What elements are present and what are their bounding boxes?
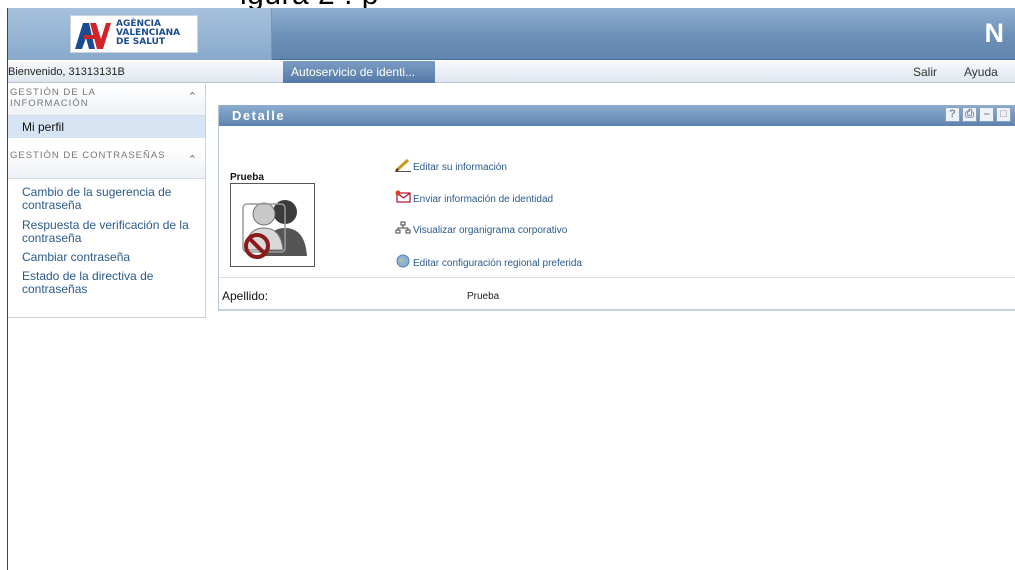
section-title: GESTIÓN DE CONTRASEÑAS [10, 150, 166, 161]
sidebar-item-hint-change[interactable]: Cambio de la sugerencia de contraseña [8, 186, 188, 212]
field-value-surname: Prueba [467, 291, 500, 302]
org-chart-icon [395, 221, 411, 234]
welcome-text: Bienvenido, 31313131B [8, 66, 125, 78]
tab-identity-self-service[interactable]: Autoservicio de identi... [283, 61, 435, 83]
org-chart-link[interactable]: Visualizar organigrama corporativo [395, 221, 567, 236]
collapse-chevron-icon[interactable]: ⌃ [188, 90, 197, 103]
sidebar: GESTIÓN DE LA INFORMACIÓN ⌃ Mi perfil GE… [8, 84, 206, 318]
agency-logo: AGÈNCIA VALENCIANA DE SALUT [70, 15, 198, 53]
detail-panel: Detalle ? ⎙ – □ Prueba Editar su informa… [218, 105, 1015, 311]
regional-settings-link[interactable]: Editar configuración regional preferida [395, 254, 582, 269]
divider [219, 277, 1015, 278]
logo-text: AGÈNCIA VALENCIANA DE SALUT [116, 19, 181, 47]
top-navbar: Bienvenido, 31313131B Autoservicio de id… [8, 61, 1015, 83]
sidebar-item-my-profile[interactable]: Mi perfil [8, 116, 205, 138]
sidebar-item-challenge-response[interactable]: Respuesta de verificación de la contrase… [8, 219, 192, 245]
photo-label: Prueba [230, 172, 264, 183]
help-link[interactable]: Ayuda [964, 65, 998, 79]
user-photo [230, 183, 315, 267]
section-header-info-management[interactable]: GESTIÓN DE LA INFORMACIÓN ⌃ [8, 84, 205, 116]
logo-area: AGÈNCIA VALENCIANA DE SALUT [8, 8, 272, 60]
print-icon[interactable]: ⎙ [962, 107, 977, 122]
brand-logo: N [984, 18, 1005, 48]
logout-link[interactable]: Salir [913, 65, 937, 79]
send-identity-link[interactable]: Enviar información de identidad [395, 190, 553, 205]
globe-icon [396, 254, 410, 268]
sidebar-item-change-password[interactable]: Cambiar contraseña [8, 251, 205, 264]
panel-title: Detalle [232, 108, 286, 123]
edit-info-link[interactable]: Editar su información [395, 158, 507, 173]
app-window: AGÈNCIA VALENCIANA DE SALUT N Bienvenido… [7, 8, 1015, 570]
envelope-icon [395, 190, 411, 203]
panel-titlebar: Detalle ? ⎙ – □ [219, 105, 1015, 126]
cropped-heading: igura 2 . p [0, 0, 1015, 8]
sidebar-item-password-policy[interactable]: Estado de la directiva de contraseñas [8, 270, 168, 296]
field-label-surname: Apellido: [222, 289, 269, 303]
no-photo-user-icon [242, 200, 307, 259]
section-title: GESTIÓN DE LA INFORMACIÓN [10, 87, 96, 109]
header: AGÈNCIA VALENCIANA DE SALUT N [8, 8, 1015, 60]
collapse-chevron-icon[interactable]: ⌃ [188, 153, 197, 166]
pencil-icon [395, 158, 411, 172]
minimize-icon[interactable]: – [979, 107, 994, 122]
av-logo-icon [75, 23, 111, 49]
help-icon[interactable]: ? [945, 107, 960, 122]
maximize-icon[interactable]: □ [996, 107, 1011, 122]
section-header-password-management[interactable]: GESTIÓN DE CONTRASEÑAS ⌃ [8, 147, 205, 179]
